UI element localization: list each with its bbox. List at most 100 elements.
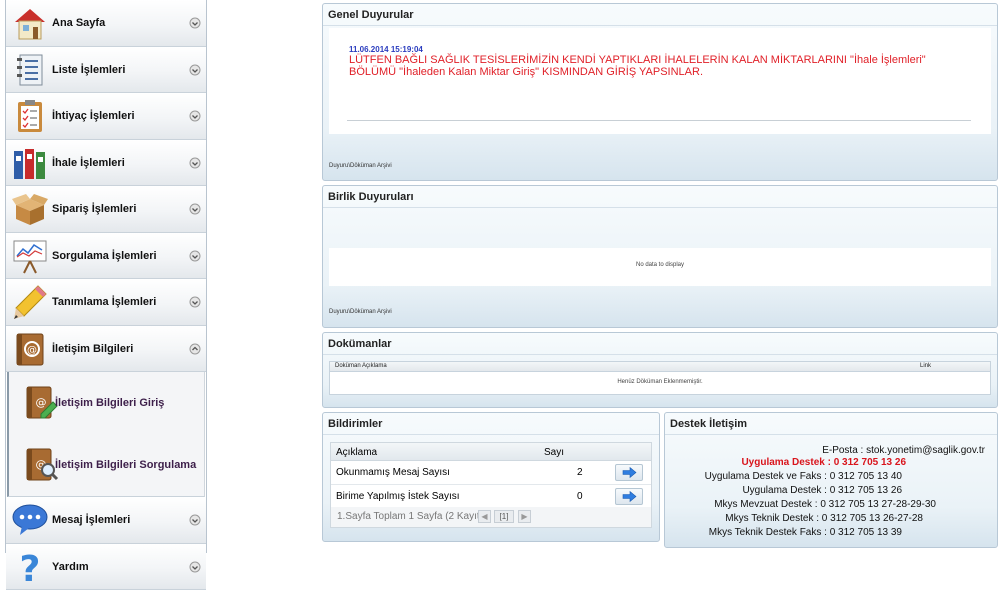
divider	[347, 120, 971, 121]
sidebar-item-mesaj-islemleri[interactable]: Mesaj İşlemleri	[6, 497, 206, 544]
sidebar-item-label: İhale İşlemleri	[52, 157, 125, 169]
sidebar-item-iletisim-bilgileri[interactable]: @ İletişim Bilgileri	[6, 326, 206, 373]
empty-table-text: Henüz Döküman Eklenmemiştir.	[330, 379, 990, 385]
speech-bubble-icon	[12, 502, 48, 538]
sidebar-item-ihale-islemleri[interactable]: İhale İşlemleri	[6, 140, 206, 187]
current-page[interactable]: [1]	[494, 510, 514, 523]
column-header-description[interactable]: Açıklama	[336, 447, 377, 458]
next-page-button[interactable]: ▶	[518, 510, 531, 523]
expand-icon[interactable]	[189, 296, 201, 308]
sidebar-item-label: Sorgulama İşlemleri	[52, 250, 157, 262]
panel-title: Destek İletişim	[665, 413, 997, 435]
notifications-table: Açıklama Sayı Okunmamış Mesaj Sayısı 2 B…	[330, 442, 652, 528]
announcement-area: No data to display	[329, 248, 991, 286]
column-header-description[interactable]: Doküman Açıklama	[335, 363, 387, 369]
panel-title: Genel Duyurular	[323, 4, 997, 26]
expand-icon[interactable]	[189, 203, 201, 215]
sidebar-item-sorgulama-islemleri[interactable]: Sorgulama İşlemleri	[6, 233, 206, 280]
address-book-search-icon: @	[23, 446, 59, 482]
panel-title: Birlik Duyuruları	[323, 186, 997, 208]
panel-title: Dokümanlar	[323, 333, 997, 355]
expand-icon[interactable]	[189, 561, 201, 573]
notebook-icon	[12, 52, 48, 88]
collapse-icon[interactable]	[189, 343, 201, 355]
table-header: Doküman Açıklama Link	[330, 362, 990, 372]
sidebar-item-label: Yardım	[52, 561, 89, 573]
archive-link[interactable]: Duyuru\Döküman Arşivi	[329, 309, 392, 315]
pencil-icon	[12, 284, 48, 320]
birlik-duyurulari-panel: Birlik Duyuruları No data to display Duy…	[322, 185, 998, 328]
announcement-date: 11.06.2014 15:19:04	[349, 45, 423, 54]
address-book-icon: @	[12, 331, 48, 367]
dokumanlar-panel: Dokümanlar Doküman Açıklama Link Henüz D…	[322, 332, 998, 408]
address-book-edit-icon: @	[23, 384, 59, 420]
row-count: 0	[577, 491, 583, 502]
svg-text:@: @	[36, 396, 47, 409]
arrow-right-icon	[616, 465, 642, 480]
sidebar-item-siparis-islemleri[interactable]: Sipariş İşlemleri	[6, 186, 206, 233]
svg-text:?: ?	[20, 549, 41, 585]
table-row: Birime Yapılmış İstek Sayısı 0	[331, 485, 651, 509]
sidebar-item-label: Ana Sayfa	[52, 17, 105, 29]
column-header-link[interactable]: Link	[920, 363, 931, 369]
pager: 1.Sayfa Toplam 1 Sayfa (2 Kayıt) ◀ [1] ▶	[331, 507, 651, 527]
submenu-item-label: İletişim Bilgileri Giriş	[55, 397, 164, 409]
support-line: Mkys Teknik Destek Faks : 0 312 705 13 3…	[709, 527, 902, 538]
go-button[interactable]	[615, 464, 643, 481]
sidebar-item-label: Sipariş İşlemleri	[52, 203, 136, 215]
home-icon	[12, 5, 48, 41]
table-header: Açıklama Sayı	[331, 443, 651, 461]
binders-icon	[12, 145, 48, 181]
no-data-text: No data to display	[329, 262, 991, 268]
expand-icon[interactable]	[189, 17, 201, 29]
row-label: Birime Yapılmış İstek Sayısı	[336, 491, 460, 502]
arrow-right-icon	[616, 489, 642, 504]
table-row: Okunmamış Mesaj Sayısı 2	[331, 461, 651, 485]
row-count: 2	[577, 467, 583, 478]
destek-iletisim-panel: Destek İletişim E-Posta : stok.yonetim@s…	[664, 412, 998, 548]
sidebar-item-label: Mesaj İşlemleri	[52, 514, 130, 526]
expand-icon[interactable]	[189, 110, 201, 122]
expand-icon[interactable]	[189, 64, 201, 76]
sidebar-item-ana-sayfa[interactable]: Ana Sayfa	[6, 0, 206, 47]
prev-page-button[interactable]: ◀	[478, 510, 491, 523]
support-line: Uygulama Destek : 0 312 705 13 26	[742, 485, 902, 496]
support-contact-list: E-Posta : stok.yonetim@saglik.gov.tr Uyg…	[669, 435, 993, 543]
bildirimler-panel: Bildirimler Açıklama Sayı Okunmamış Mesa…	[322, 412, 660, 542]
sidebar-item-ihtiyac-islemleri[interactable]: İhtiyaç İşlemleri	[6, 93, 206, 140]
submenu-item-iletisim-sorgulama[interactable]: @ İletişim Bilgileri Sorgulama	[9, 434, 204, 496]
go-button[interactable]	[615, 488, 643, 505]
expand-icon[interactable]	[189, 514, 201, 526]
question-mark-icon: ?	[12, 549, 48, 585]
pager-summary: 1.Sayfa Toplam 1 Sayfa (2 Kayıt)	[337, 511, 483, 522]
sidebar-item-label: İhtiyaç İşlemleri	[52, 110, 135, 122]
expand-icon[interactable]	[189, 250, 201, 262]
support-line-highlight: Uygulama Destek : 0 312 705 13 26	[741, 457, 906, 468]
genel-duyurular-panel: Genel Duyurular 11.06.2014 15:19:04 LÜTF…	[322, 3, 998, 181]
panel-title: Bildirimler	[323, 413, 659, 435]
support-line: Uygulama Destek ve Faks : 0 312 705 13 4…	[705, 471, 902, 482]
chart-easel-icon	[12, 238, 48, 274]
support-line: Mkys Teknik Destek : 0 312 705 13 26-27-…	[725, 513, 923, 524]
column-header-count[interactable]: Sayı	[544, 447, 564, 458]
iletisim-submenu: @ İletişim Bilgileri Giriş @ İletişim Bi…	[7, 372, 205, 497]
svg-text:@: @	[27, 345, 37, 356]
sidebar-menu: Ana Sayfa Liste İşlemleri İhtiyaç İşleml…	[5, 0, 207, 553]
sidebar-item-yardim[interactable]: ? Yardım	[6, 544, 206, 590]
sidebar-item-label: Tanımlama İşlemleri	[52, 296, 156, 308]
announcement-area: 11.06.2014 15:19:04 LÜTFEN BAĞLI SAĞLIK …	[329, 28, 991, 134]
sidebar-item-tanimlama-islemleri[interactable]: Tanımlama İşlemleri	[6, 279, 206, 326]
archive-link[interactable]: Duyuru\Döküman Arşivi	[329, 163, 392, 169]
support-line: Mkys Mevzuat Destek : 0 312 705 13 27-28…	[714, 499, 936, 510]
sidebar-item-liste-islemleri[interactable]: Liste İşlemleri	[6, 47, 206, 94]
row-label: Okunmamış Mesaj Sayısı	[336, 467, 450, 478]
submenu-item-iletisim-giris[interactable]: @ İletişim Bilgileri Giriş	[9, 372, 204, 434]
expand-icon[interactable]	[189, 157, 201, 169]
announcement-text: LÜTFEN BAĞLI SAĞLIK TESİSLERİMİZİN KENDİ…	[349, 54, 969, 78]
submenu-item-label: İletişim Bilgileri Sorgulama	[55, 459, 196, 471]
support-email: E-Posta : stok.yonetim@saglik.gov.tr	[822, 445, 985, 456]
sidebar-item-label: İletişim Bilgileri	[52, 343, 133, 355]
clipboard-checklist-icon	[12, 98, 48, 134]
open-box-icon	[12, 191, 48, 227]
documents-table: Doküman Açıklama Link Henüz Döküman Ekle…	[329, 361, 991, 395]
